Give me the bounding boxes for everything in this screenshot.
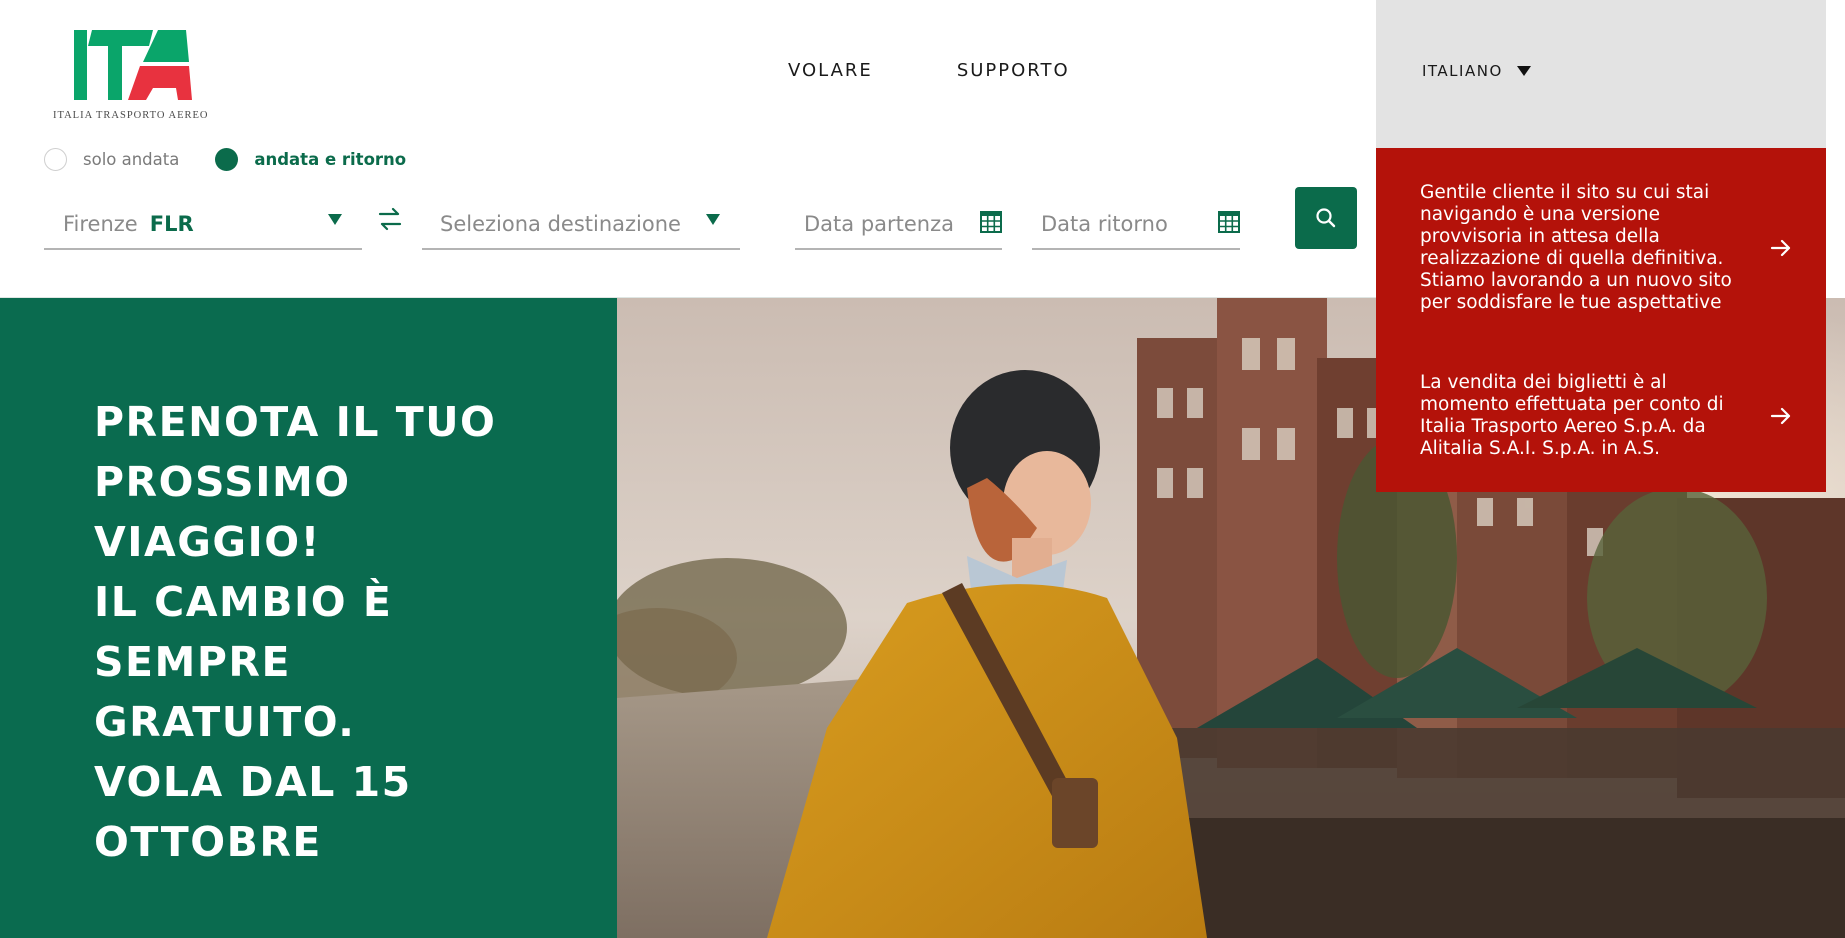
radio-label-one-way: solo andata [83, 150, 180, 169]
search-button[interactable] [1295, 187, 1357, 249]
search-icon [1316, 208, 1336, 228]
radio-label-round-trip: andata e ritorno [254, 150, 407, 169]
dropdown-caret-icon [328, 214, 342, 225]
language-panel: ITALIANO [1376, 0, 1826, 148]
departure-placeholder: Data partenza [804, 212, 955, 236]
nav-item-supporto[interactable]: SUPPORTO [957, 60, 1070, 81]
hero-title-line: PRENOTA IL TUO PROSSIMO VIAGGIO! [94, 398, 497, 566]
radio-circle-selected [215, 148, 239, 171]
radio-circle [44, 148, 67, 171]
notice-item[interactable]: La vendita dei biglietti è al momento ef… [1420, 372, 1800, 460]
hero-title: PRENOTA IL TUO PROSSIMO VIAGGIO! IL CAMB… [94, 392, 564, 872]
swap-arrows-icon[interactable] [376, 204, 404, 234]
origin-code: FLR [149, 212, 194, 236]
return-placeholder: Data ritorno [1041, 212, 1168, 236]
notice-panel: Gentile cliente il sito su cui stai navi… [1376, 148, 1826, 492]
calendar-icon [980, 210, 1002, 239]
departure-date-field[interactable]: Data partenza [795, 200, 1002, 250]
notice-item[interactable]: Gentile cliente il sito su cui stai navi… [1420, 182, 1800, 314]
main-nav: VOLARE SUPPORTO [788, 60, 1070, 81]
language-selector[interactable]: ITALIANO [1422, 62, 1531, 80]
nav-item-volare[interactable]: VOLARE [788, 60, 873, 81]
calendar-icon [1218, 210, 1240, 239]
return-date-field[interactable]: Data ritorno [1032, 200, 1240, 250]
ita-logo-mark [74, 30, 192, 100]
arrow-right-icon [1770, 407, 1791, 425]
destination-placeholder: Seleziona destinazione [440, 212, 681, 236]
notice-text: Gentile cliente il sito su cui stai navi… [1420, 182, 1732, 313]
logo-subtitle: ITALIA TRASPORTO AEREO [53, 110, 209, 121]
origin-select[interactable]: Firenze FLR [44, 200, 362, 250]
trip-type-selector: solo andata andata e ritorno [44, 148, 442, 171]
origin-city: Firenze [63, 212, 138, 236]
notice-text: La vendita dei biglietti è al momento ef… [1420, 372, 1724, 459]
destination-select[interactable]: Seleziona destinazione [422, 200, 740, 250]
language-label: ITALIANO [1422, 62, 1503, 80]
radio-round-trip[interactable]: andata e ritorno [215, 148, 406, 171]
hero-title-line: IL CAMBIO È SEMPRE GRATUITO. [94, 578, 393, 746]
radio-one-way[interactable]: solo andata [44, 148, 179, 171]
chevron-down-icon [1516, 66, 1531, 76]
hero-title-line: VOLA DAL 15 OTTOBRE [94, 758, 412, 866]
dropdown-caret-icon [706, 214, 720, 225]
arrow-right-icon [1770, 239, 1791, 257]
